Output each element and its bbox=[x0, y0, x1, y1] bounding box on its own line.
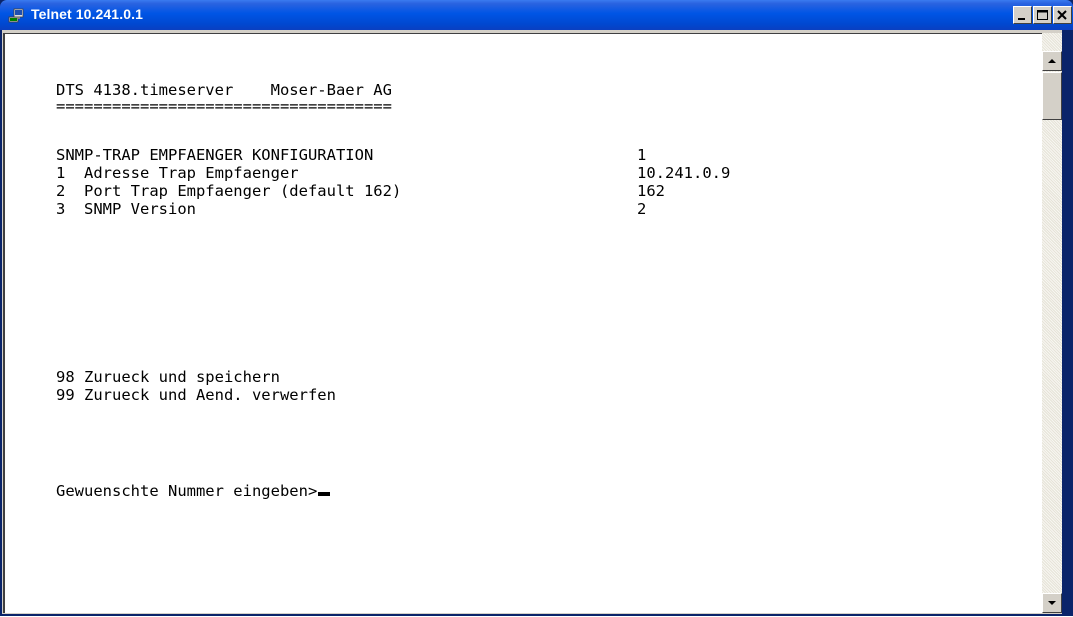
section-title: SNMP-TRAP EMPFAENGER KONFIGURATION bbox=[56, 146, 374, 164]
scroll-up-arrow-icon bbox=[1048, 59, 1056, 63]
scroll-down-button[interactable] bbox=[1042, 593, 1062, 613]
maximize-icon bbox=[1037, 10, 1048, 20]
window-title: Telnet 10.241.0.1 bbox=[31, 6, 143, 22]
menu-item-trap-address: 1 Adresse Trap Empfaenger bbox=[56, 164, 299, 182]
telnet-window: Telnet 10.241.0.1 DTS 4138.timeserver Mo… bbox=[0, 0, 1073, 616]
scroll-down-arrow-icon bbox=[1048, 601, 1056, 605]
prompt-text: Gewuenschte Nummer eingeben> bbox=[56, 482, 318, 500]
menu-item-snmp-version: 3 SNMP Version bbox=[56, 200, 196, 218]
menu-item-trap-port: 2 Port Trap Empfaenger (default 162) bbox=[56, 182, 402, 200]
vertical-scrollbar[interactable] bbox=[1042, 33, 1062, 613]
terminal-console[interactable]: DTS 4138.timeserver Moser-Baer AG ======… bbox=[3, 33, 1042, 613]
text-cursor bbox=[318, 492, 331, 496]
snmp-version-value: 2 bbox=[637, 200, 647, 218]
close-icon bbox=[1057, 10, 1067, 20]
close-button[interactable] bbox=[1053, 6, 1072, 24]
window-frame-right bbox=[1062, 30, 1073, 616]
menu-item-back-save: 98 Zurueck und speichern bbox=[56, 368, 280, 386]
minimize-icon bbox=[1018, 18, 1025, 20]
scrollbar-thumb[interactable] bbox=[1042, 72, 1062, 120]
trap-address-value: 10.241.0.9 bbox=[637, 164, 731, 182]
trap-port-value: 162 bbox=[637, 182, 665, 200]
telnet-computer-icon[interactable] bbox=[8, 7, 24, 23]
scroll-up-button[interactable] bbox=[1042, 51, 1062, 71]
title-bar[interactable]: Telnet 10.241.0.1 bbox=[0, 0, 1073, 30]
separator-line: ==================================== bbox=[56, 97, 392, 115]
minimize-button[interactable] bbox=[1013, 6, 1032, 24]
input-prompt[interactable]: Gewuenschte Nummer eingeben> bbox=[56, 482, 331, 500]
section-value: 1 bbox=[637, 146, 647, 164]
maximize-button[interactable] bbox=[1033, 6, 1052, 24]
menu-item-back-discard: 99 Zurueck und Aend. verwerfen bbox=[56, 386, 336, 404]
